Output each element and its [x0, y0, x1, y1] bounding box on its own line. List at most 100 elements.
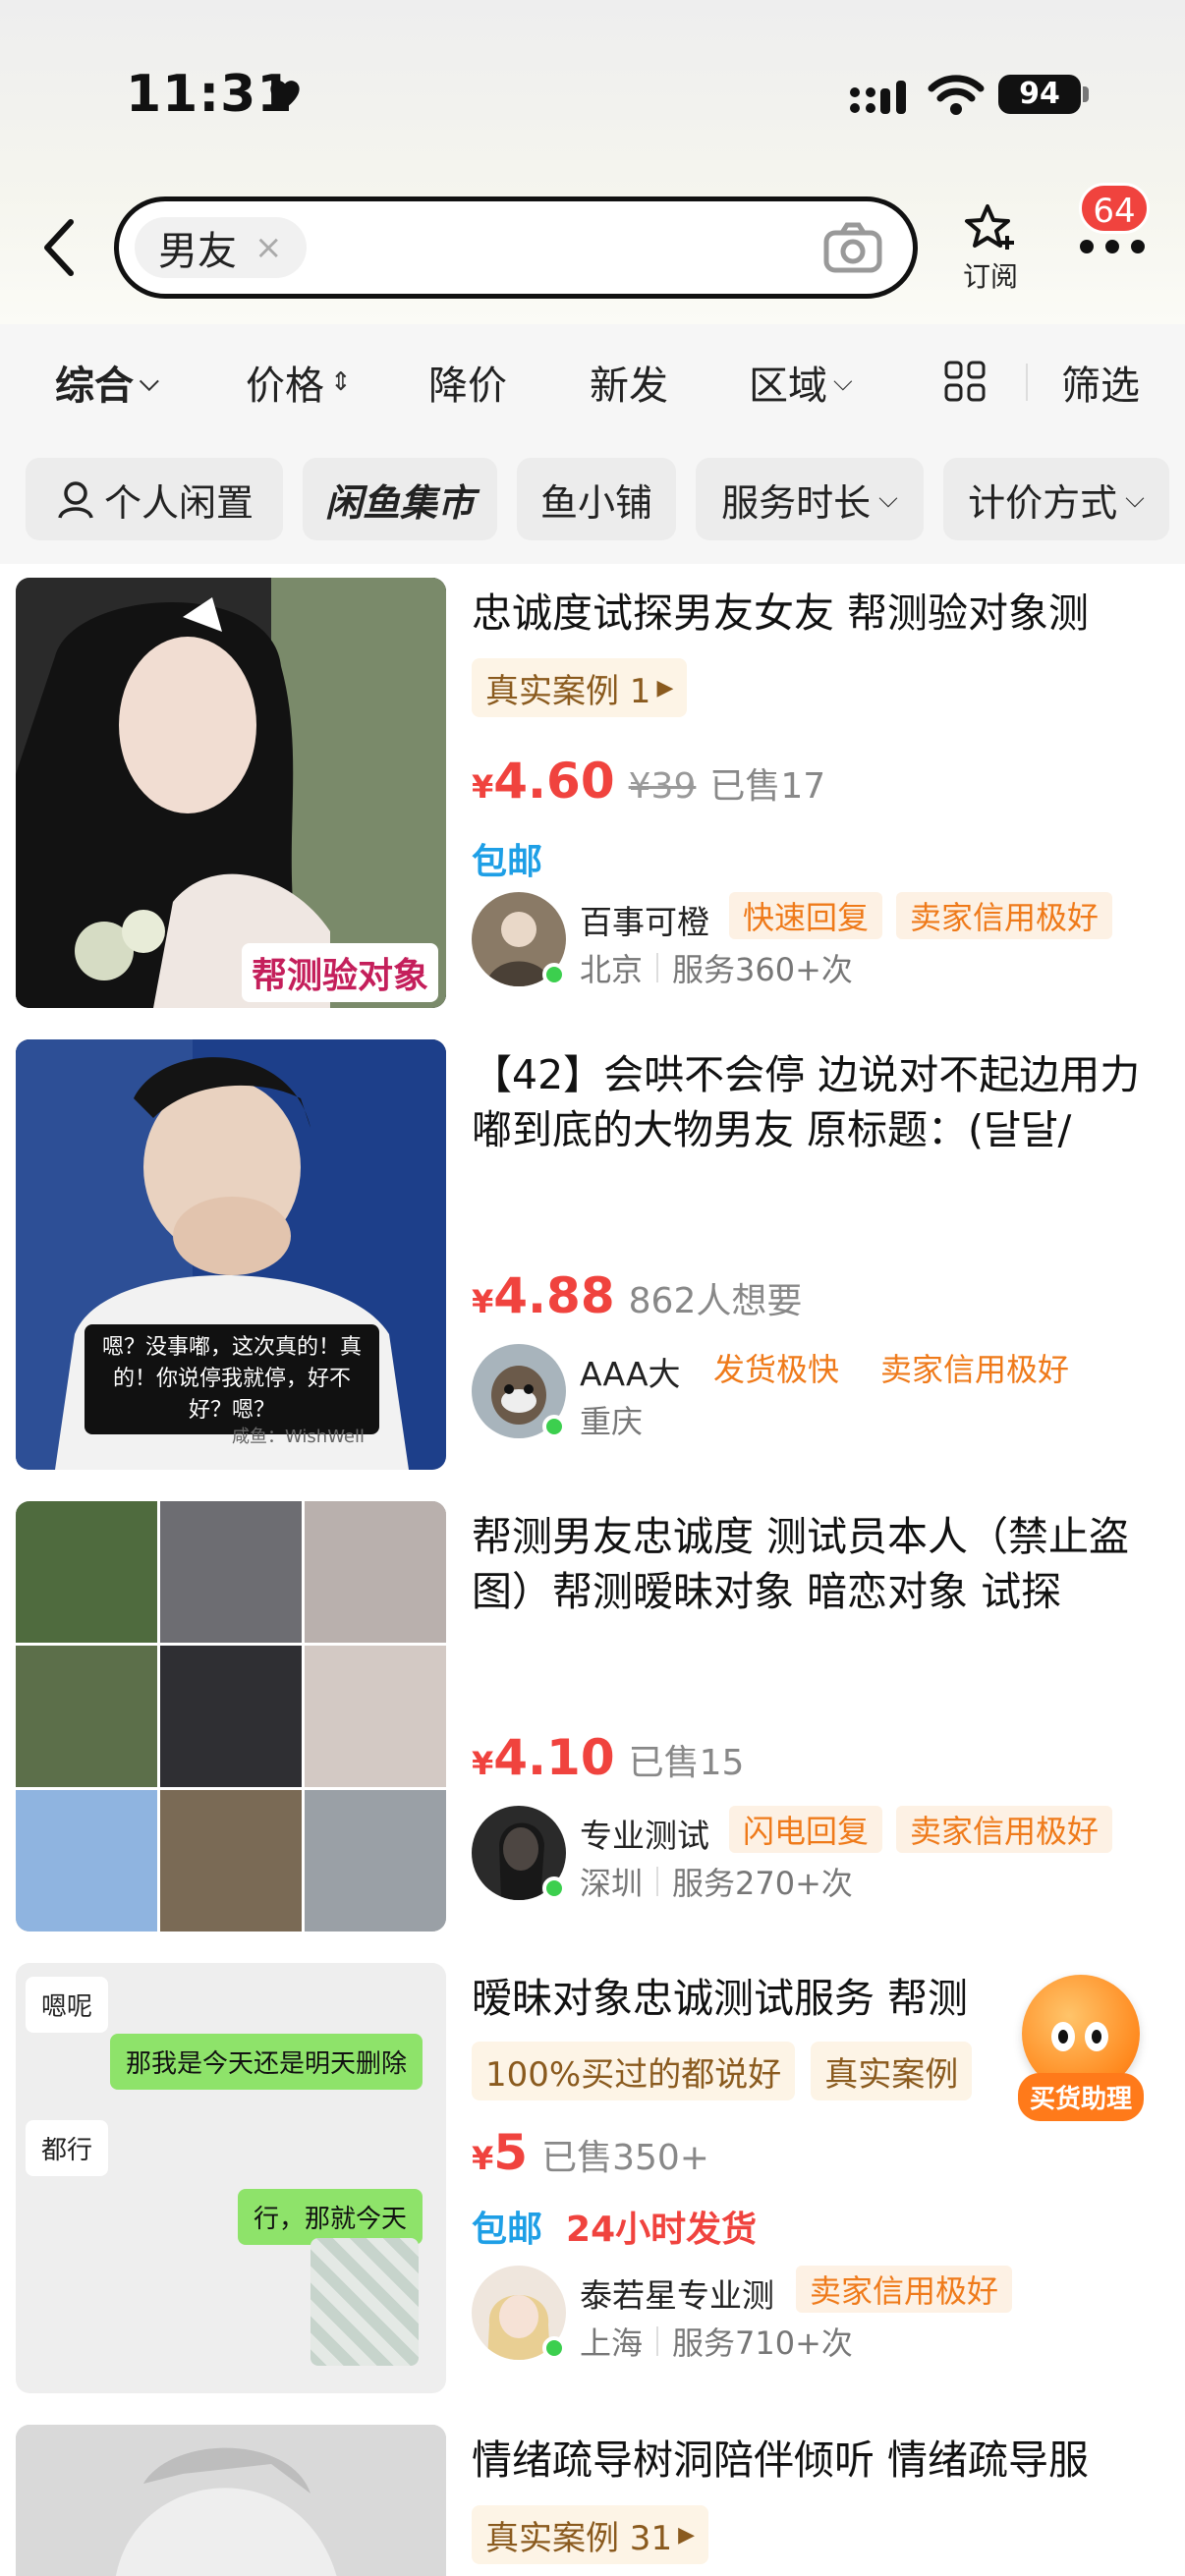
- seller-name: 百事可橙: [580, 903, 709, 941]
- seller-city: 上海: [580, 2324, 644, 2362]
- chip-label: 鱼小铺: [539, 480, 652, 525]
- sort-toggle-icon: ⇕: [330, 367, 352, 397]
- filter-button[interactable]: 筛选: [1061, 354, 1140, 411]
- sort-comprehensive[interactable]: 综合 ⌵: [55, 354, 159, 411]
- price-row: ¥5 已售350+: [472, 2124, 709, 2181]
- divider: [656, 953, 659, 982]
- seller-info[interactable]: 百事可橙 快速回复 卖家信用极好 北京 服务360+次: [472, 892, 1179, 990]
- divider: [1026, 364, 1028, 401]
- play-icon: ▶: [678, 2522, 695, 2548]
- back-arrow-icon[interactable]: [39, 216, 79, 279]
- sort-bar: 综合 ⌵ 价格 ⇕ 降价 新发 区域 ⌵ 筛选: [0, 332, 1185, 430]
- case-tag[interactable]: 真实案例 1 ▶: [472, 658, 688, 717]
- listing-thumbnail[interactable]: [16, 1501, 446, 1932]
- listing-card[interactable]: 嗯？没事嘟，这次真的！真的！你说停我就停，好不好？嗯？ 咸鱼：WishWell …: [0, 1026, 1185, 1487]
- seller-tag: 发货极快: [713, 1351, 840, 1388]
- camera-icon[interactable]: [822, 219, 883, 276]
- seller-location-row: 深圳 服务270+次: [580, 1859, 853, 1904]
- seller-tags: 闪电回复 卖家信用极好: [729, 1806, 1113, 1853]
- seller-city: 深圳: [580, 1865, 644, 1902]
- currency-symbol: ¥: [472, 1745, 494, 1782]
- battery-tip: [1083, 86, 1089, 102]
- fast-shipping-label: 24小时发货: [566, 2210, 758, 2250]
- seller-tags: 快速回复 卖家信用极好: [729, 892, 1113, 939]
- online-status-dot: [542, 1415, 566, 1438]
- filter-chip-row: 个人闲置 闲鱼集市 鱼小铺 服务时长 ⌵ 计价方式 ⌵: [0, 458, 1185, 540]
- review-tag[interactable]: 100%买过的都说好: [472, 2042, 796, 2100]
- service-count: 服务270+次: [672, 1865, 853, 1902]
- listing-title[interactable]: 帮测男友忠诚度 测试员本人（禁止盗图）帮测暧昧对象 暗恋对象 试探: [472, 1509, 1169, 1619]
- want-count: 862人想要: [628, 1281, 803, 1321]
- listing-card[interactable]: 嗯呢 那我是今天还是明天删除 都行 行，那就今天 暧昧对象忠诚测试服务 帮测 1…: [0, 1949, 1185, 2411]
- blurred-image: [310, 2238, 419, 2366]
- seller-tags: 卖家信用极好: [796, 2266, 1013, 2313]
- seller-info[interactable]: AAA大 发货极快 卖家信用极好 重庆: [472, 1344, 1179, 1442]
- listing-tags: 真实案例 31 ▶: [472, 2505, 708, 2564]
- case-tag[interactable]: 真实案例 31 ▶: [472, 2505, 708, 2564]
- chat-bubble: 都行: [26, 2120, 109, 2176]
- listing-title[interactable]: 忠诚度试探男友女友 帮测验对象测: [472, 586, 1169, 641]
- thumbnail-quote: 嗯？没事嘟，这次真的！真的！你说停我就停，好不好？嗯？: [85, 1324, 379, 1434]
- person-icon: [58, 481, 93, 519]
- case-tag[interactable]: 真实案例: [811, 2042, 973, 2100]
- listing-card[interactable]: 情绪疏导树洞陪伴倾听 情绪疏导服 真实案例 31 ▶: [0, 2411, 1185, 2576]
- grid-view-icon[interactable]: [943, 360, 987, 403]
- mascot-eye: [1051, 2022, 1075, 2051]
- seller-city: 北京: [580, 951, 644, 988]
- seller-info[interactable]: 专业测试 闪电回复 卖家信用极好 深圳 服务270+次: [472, 1806, 1179, 1904]
- seller-name: 泰若星专业测: [580, 2276, 774, 2315]
- listing-card[interactable]: 帮测男友忠诚度 测试员本人（禁止盗图）帮测暧昧对象 暗恋对象 试探 ¥4.10 …: [0, 1487, 1185, 1949]
- seller-name: AAA大: [580, 1355, 681, 1393]
- chip-label: 个人闲置: [103, 480, 254, 525]
- mascot-eye: [1085, 2022, 1108, 2051]
- free-shipping-label: 包邮: [472, 2210, 543, 2250]
- message-badge: 64: [1079, 183, 1150, 234]
- seller-tag: 卖家信用极好: [796, 2266, 1013, 2313]
- tag-label: 真实案例 1: [485, 671, 651, 711]
- seller-city: 重庆: [580, 1403, 644, 1440]
- shipping-row: 包邮 24小时发货: [472, 2201, 757, 2252]
- price-value: 4.60: [493, 753, 615, 810]
- currency-symbol: ¥: [472, 2140, 494, 2177]
- chevron-down-icon: ⌵: [833, 366, 853, 397]
- sort-label: 新发: [590, 364, 668, 409]
- currency-symbol: ¥: [472, 1283, 494, 1320]
- chevron-down-icon: ⌵: [878, 483, 898, 514]
- chip-personal[interactable]: 个人闲置: [26, 458, 283, 540]
- sort-price[interactable]: 价格 ⇕: [246, 354, 352, 411]
- listing-title[interactable]: 【42】会哄不会停 边说对不起边用力嘟到底的大物男友 原标题：(달달/: [472, 1047, 1169, 1157]
- sort-region[interactable]: 区域 ⌵: [749, 354, 853, 411]
- listing-card[interactable]: 帮测验对象 忠诚度试探男友女友 帮测验对象测 真实案例 1 ▶ ¥4.60 ¥39…: [0, 564, 1185, 1026]
- chip-duration[interactable]: 服务时长 ⌵: [696, 458, 924, 540]
- search-query-text: 男友: [158, 229, 237, 274]
- chip-pricing[interactable]: 计价方式 ⌵: [943, 458, 1169, 540]
- listing-title[interactable]: 情绪疏导树洞陪伴倾听 情绪疏导服: [472, 2433, 1169, 2488]
- shopping-assistant-button[interactable]: 买货助理: [1018, 1975, 1144, 2121]
- chat-bubble: 嗯呢: [26, 1977, 109, 2033]
- sort-label: 综合: [55, 364, 134, 409]
- sort-new[interactable]: 新发: [590, 354, 668, 411]
- seller-info[interactable]: 泰若星专业测 卖家信用极好 上海 服务710+次: [472, 2266, 1179, 2364]
- listing-thumbnail[interactable]: 嗯呢 那我是今天还是明天删除 都行 行，那就今天: [16, 1963, 446, 2393]
- sort-price-drop[interactable]: 降价: [428, 354, 507, 411]
- listing-thumbnail[interactable]: 嗯？没事嘟，这次真的！真的！你说停我就停，好不好？嗯？ 咸鱼：WishWell: [16, 1039, 446, 1470]
- search-input[interactable]: 男友 ×: [114, 196, 918, 299]
- sold-count: 已售350+: [541, 2138, 709, 2178]
- price-value: 4.10: [493, 1729, 615, 1786]
- price: ¥4.10: [472, 1729, 615, 1786]
- sold-count: 已售17: [709, 766, 826, 807]
- online-status-dot: [542, 2336, 566, 2360]
- price-row: ¥4.60 ¥39 已售17: [472, 753, 825, 810]
- listing-thumbnail[interactable]: 帮测验对象: [16, 578, 446, 1008]
- subscribe-label: 订阅: [962, 260, 1018, 293]
- sort-label: 区域: [749, 364, 827, 409]
- more-icon[interactable]: [1077, 232, 1148, 261]
- listing-tags: 真实案例 1 ▶: [472, 658, 688, 717]
- clear-icon[interactable]: ×: [254, 228, 283, 267]
- chip-small-shop[interactable]: 鱼小铺: [517, 458, 676, 540]
- wifi-icon: [928, 75, 985, 115]
- search-query-chip[interactable]: 男友 ×: [135, 217, 307, 278]
- subscribe-button[interactable]: 订阅: [951, 200, 1030, 295]
- chip-market[interactable]: 闲鱼集市: [303, 458, 497, 540]
- listing-thumbnail[interactable]: [16, 2425, 446, 2576]
